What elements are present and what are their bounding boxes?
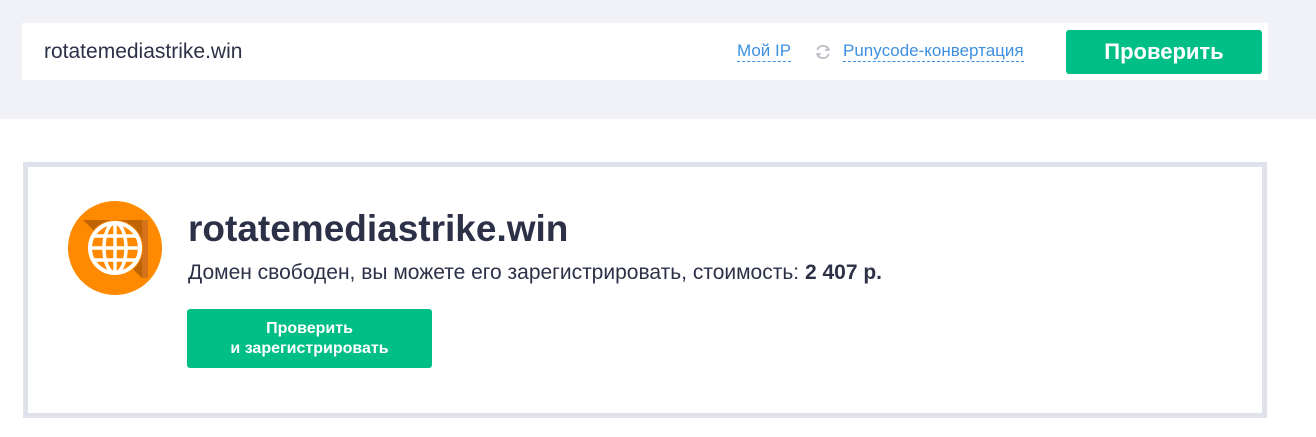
price-value: 2 407 р. (804, 261, 883, 284)
register-button-line2: и зарегистрировать (230, 339, 389, 357)
result-card: rotatemediastrike.win Домен свободен, вы… (23, 162, 1267, 418)
register-button-line1: Проверить (266, 319, 353, 337)
check-and-register-button[interactable]: Проверить и зарегистрировать (187, 309, 432, 368)
search-bar: Мой IP Punycode-конвертация Проверить (22, 23, 1268, 80)
my-ip-link[interactable]: Мой IP (737, 41, 792, 62)
domain-search-input[interactable] (44, 37, 604, 67)
check-button[interactable]: Проверить (1066, 30, 1262, 74)
globe-icon (68, 201, 162, 295)
header-band: Мой IP Punycode-конвертация Проверить (0, 0, 1316, 119)
status-text: Домен свободен, вы можете его зарегистри… (188, 261, 800, 284)
domain-title: rotatemediastrike.win (188, 208, 569, 249)
refresh-icon (815, 44, 831, 60)
punycode-convert-link[interactable]: Punycode-конвертация (843, 41, 1024, 62)
availability-status: Домен свободен, вы можете его зарегистри… (188, 259, 882, 287)
